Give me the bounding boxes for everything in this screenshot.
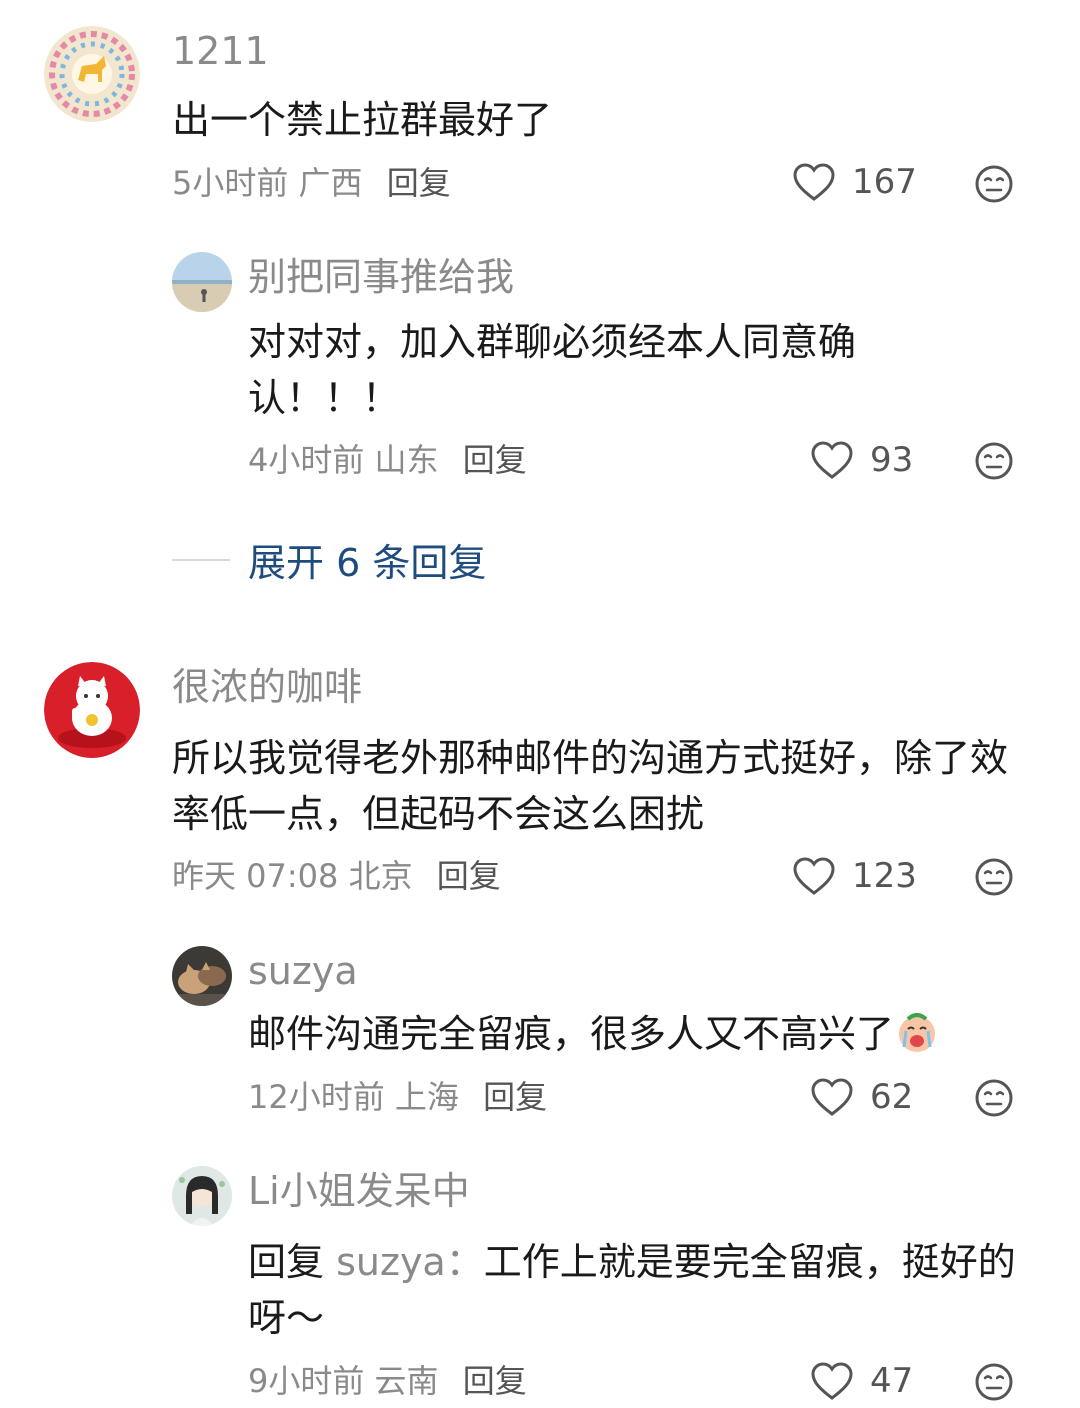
expand-replies-button[interactable]: 展开 6 条回复 [172, 532, 486, 587]
reply-button[interactable]: 回复 [387, 164, 451, 202]
comment-text: 对对对，加入群聊必须经本人同意确认！！！ [248, 320, 857, 420]
crying-sticker-icon [894, 1009, 940, 1055]
meh-face-icon [975, 1363, 1013, 1401]
dislike-button[interactable] [974, 857, 1014, 897]
like-button[interactable]: 93 [810, 440, 913, 480]
comment-meta: 4小时前 山东 回复 [248, 444, 527, 476]
comment-text: 所以我觉得老外那种邮件的沟通方式挺好，除了效率低一点，但起码不会这么困扰 [172, 736, 1009, 836]
reply-button[interactable]: 回复 [463, 1362, 527, 1400]
username[interactable]: 1211 [172, 32, 269, 70]
like-button[interactable]: 62 [810, 1077, 913, 1117]
meh-face-icon [975, 858, 1013, 896]
divider [172, 558, 230, 561]
avatar[interactable] [172, 1166, 232, 1226]
like-button[interactable]: 167 [792, 162, 917, 202]
timestamp: 5小时前 [172, 164, 289, 202]
comment-text: 回复 suzya：工作上就是要完全留痕，挺好的呀～ [248, 1234, 1028, 1346]
meh-face-icon [975, 165, 1013, 203]
location: 山东 [374, 441, 439, 479]
avatar[interactable] [172, 946, 232, 1006]
heart-outline-icon [811, 441, 853, 479]
location: 上海 [394, 1078, 459, 1116]
location: 广西 [298, 164, 363, 202]
timestamp: 9小时前 [248, 1362, 365, 1400]
timestamp: 昨天 07:08 [172, 857, 339, 895]
comment-text-content: 邮件沟通完全留痕，很多人又不高兴了 [248, 1012, 895, 1056]
location: 北京 [348, 857, 413, 895]
mention-link[interactable]: suzya： [336, 1240, 484, 1284]
reply-button[interactable]: 回复 [437, 857, 501, 895]
avatar[interactable] [44, 26, 140, 122]
timestamp: 4小时前 [248, 441, 365, 479]
username[interactable]: Li小姐发呆中 [248, 1172, 470, 1210]
like-button[interactable]: 47 [810, 1361, 913, 1401]
like-button[interactable]: 123 [792, 856, 917, 896]
heart-outline-icon [793, 163, 835, 201]
dislike-button[interactable] [974, 1078, 1014, 1118]
comment-meta: 12小时前 上海 回复 [248, 1081, 547, 1113]
reply-prefix: 回复 [248, 1240, 325, 1284]
comment-meta: 5小时前 广西 回复 [172, 167, 451, 199]
location: 云南 [374, 1362, 439, 1400]
like-count: 62 [870, 1077, 914, 1117]
heart-outline-icon [811, 1078, 853, 1116]
timestamp: 12小时前 [248, 1078, 385, 1116]
comment-meta: 9小时前 云南 回复 [248, 1365, 527, 1397]
meh-face-icon [975, 1079, 1013, 1117]
reply-button[interactable]: 回复 [483, 1078, 547, 1116]
comment-meta: 昨天 07:08 北京 回复 [172, 860, 501, 892]
dislike-button[interactable] [974, 441, 1014, 481]
heart-outline-icon [811, 1362, 853, 1400]
username[interactable]: suzya [248, 952, 358, 990]
avatar[interactable] [44, 662, 140, 758]
dislike-button[interactable] [974, 164, 1014, 204]
dislike-button[interactable] [974, 1362, 1014, 1402]
meh-face-icon [975, 442, 1013, 480]
like-count: 167 [852, 162, 917, 202]
reply-button[interactable]: 回复 [463, 441, 527, 479]
comment-text: 出一个禁止拉群最好了 [172, 98, 553, 142]
username[interactable]: 很浓的咖啡 [172, 668, 362, 706]
heart-outline-icon [793, 857, 835, 895]
expand-replies-label: 展开 6 条回复 [248, 541, 487, 585]
username[interactable]: 别把同事推给我 [248, 258, 514, 296]
comment-text: 邮件沟通完全留痕，很多人又不高兴了 [248, 1006, 1028, 1062]
like-count: 47 [870, 1361, 914, 1401]
like-count: 123 [852, 856, 917, 896]
like-count: 93 [870, 440, 914, 480]
avatar[interactable] [172, 252, 232, 312]
